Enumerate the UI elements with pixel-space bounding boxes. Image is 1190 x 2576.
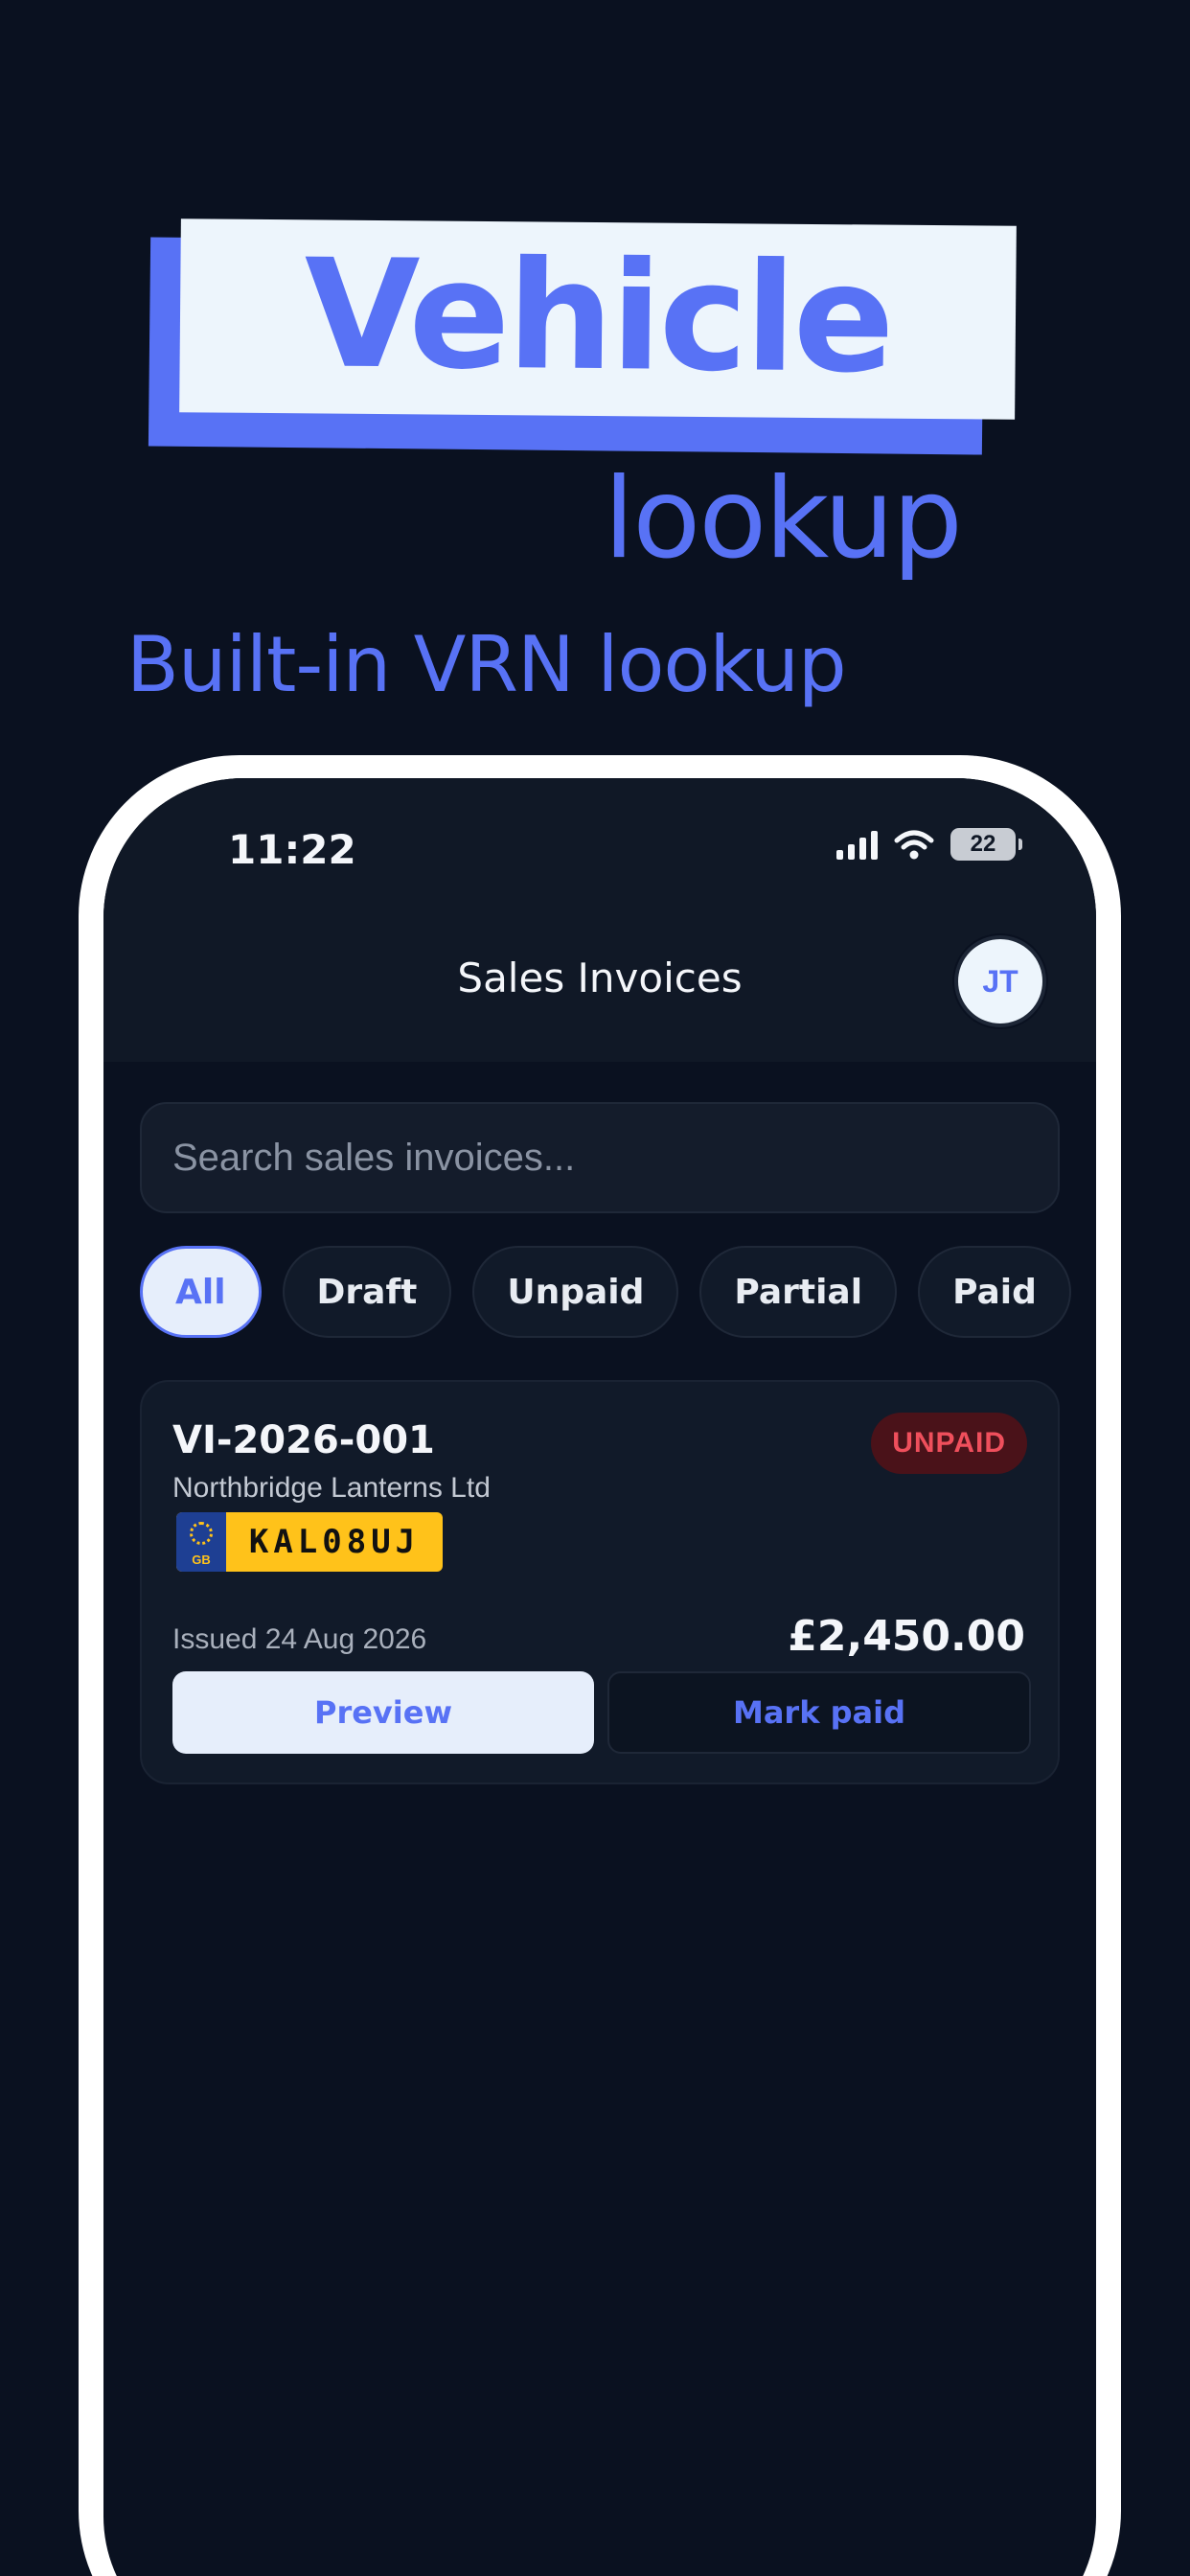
signal-icon bbox=[836, 829, 878, 860]
filter-chip-partial[interactable]: Partial bbox=[699, 1246, 898, 1338]
wifi-icon bbox=[894, 830, 934, 860]
filter-chip-unpaid[interactable]: Unpaid bbox=[472, 1246, 679, 1338]
invoice-number: VI-2026-001 bbox=[172, 1418, 435, 1462]
page-title: Sales Invoices bbox=[457, 954, 743, 1001]
feature-tagline: Built-in VRN lookup bbox=[126, 620, 847, 709]
headline-subtitle: lookup bbox=[604, 454, 963, 584]
avatar[interactable]: JT bbox=[954, 935, 1046, 1027]
plate-country-code: GB bbox=[192, 1552, 211, 1567]
eu-stars-icon bbox=[190, 1522, 213, 1545]
status-badge: UNPAID bbox=[871, 1413, 1027, 1474]
battery-icon: 22 bbox=[950, 828, 1022, 861]
mark-paid-button[interactable]: Mark paid bbox=[607, 1671, 1031, 1754]
top-bar: 11:22 22 Sales Invoices JT bbox=[103, 778, 1096, 1062]
search-input[interactable] bbox=[172, 1136, 1027, 1180]
plate-registration: KAL08UJ bbox=[248, 1523, 421, 1561]
invoice-card[interactable]: VI-2026-001 Northbridge Lanterns Ltd UNP… bbox=[140, 1380, 1060, 1784]
vehicle-registration-plate: GB KAL08UJ bbox=[176, 1512, 443, 1572]
filter-chips: All Draft Unpaid Partial Paid bbox=[140, 1246, 1071, 1338]
filter-chip-paid[interactable]: Paid bbox=[918, 1246, 1071, 1338]
issued-date: Issued 24 Aug 2026 bbox=[172, 1623, 427, 1655]
headline-highlight: Vehicle bbox=[179, 218, 1017, 420]
client-name: Northbridge Lanterns Ltd bbox=[172, 1472, 491, 1504]
invoice-amount: £2,450.00 bbox=[788, 1612, 1025, 1661]
filter-chip-all[interactable]: All bbox=[140, 1246, 262, 1338]
app-store-screenshot: Vehicle lookup Built-in VRN lookup 11:22… bbox=[0, 0, 1190, 2576]
search-bar[interactable] bbox=[140, 1102, 1060, 1213]
phone-screen: 11:22 22 Sales Invoices JT All Draft U bbox=[103, 778, 1096, 2576]
status-time: 11:22 bbox=[228, 826, 356, 873]
headline-title: Vehicle bbox=[303, 226, 893, 406]
preview-button[interactable]: Preview bbox=[172, 1671, 594, 1754]
status-icons: 22 bbox=[836, 828, 1022, 861]
plate-country-band: GB bbox=[176, 1512, 226, 1572]
filter-chip-draft[interactable]: Draft bbox=[282, 1246, 452, 1338]
